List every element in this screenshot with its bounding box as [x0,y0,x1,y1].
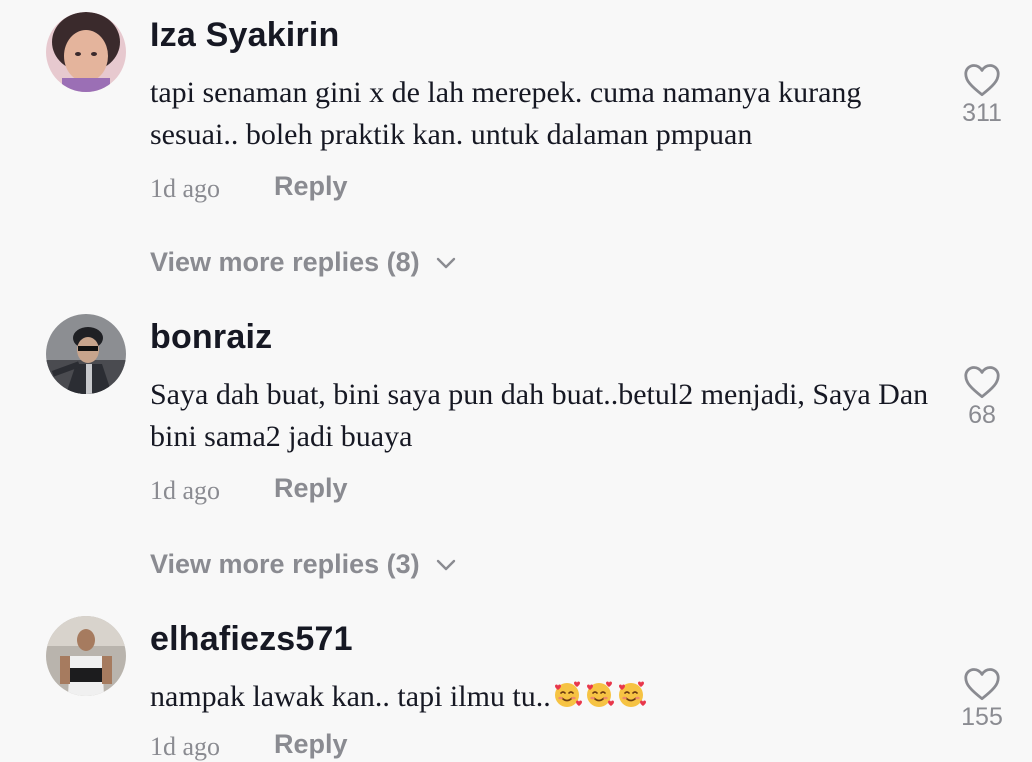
comment-text: Saya dah buat, bini saya pun dah buat..b… [150,378,929,453]
view-more-replies[interactable]: View more replies (3) [150,549,456,580]
like-count: 311 [962,99,1002,127]
avatar[interactable] [46,616,126,696]
username[interactable]: elhafiezs571 [150,620,353,659]
view-more-replies-label[interactable]: View more replies (3) [150,549,420,580]
heart-icon[interactable] [963,63,1001,97]
view-more-replies[interactable]: View more replies (8) [150,247,456,278]
reply-button[interactable]: Reply [274,171,348,202]
like-button[interactable]: 311 [956,63,1008,128]
username[interactable]: Iza Syakirin [150,16,340,55]
chevron-down-icon[interactable] [436,257,456,269]
like-count: 68 [968,401,996,429]
like-button[interactable]: 155 [956,667,1008,732]
timestamp: 1d ago [150,732,221,761]
like-button[interactable]: 68 [956,365,1008,430]
username[interactable]: bonraiz [150,318,272,357]
smiling-face-with-hearts-icon [586,681,614,707]
timestamp: 1d ago [150,476,221,505]
comment-text-content: nampak lawak kan.. tapi ilmu tu.. [150,680,551,713]
avatar[interactable] [46,314,126,394]
heart-icon[interactable] [963,667,1001,701]
avatar[interactable] [46,12,126,92]
view-more-replies-label[interactable]: View more replies (8) [150,247,420,278]
reply-button[interactable]: Reply [274,729,348,760]
emoji-group [551,680,647,713]
comment-text: tapi senaman gini x de lah merepek. cuma… [150,76,862,151]
like-count: 155 [961,703,1003,731]
comment-meta: 1d ago Reply [150,171,348,204]
smiling-face-with-hearts-icon [618,681,646,707]
reply-button[interactable]: Reply [274,473,348,504]
heart-icon[interactable] [963,365,1001,399]
comment-meta: 1d ago Reply [150,473,348,506]
chevron-down-icon[interactable] [436,559,456,571]
timestamp: 1d ago [150,174,221,203]
comment-text: nampak lawak kan.. tapi ilmu tu.. [150,676,940,718]
comment-meta: 1d ago Reply [150,729,348,762]
smiling-face-with-hearts-icon [554,681,582,707]
